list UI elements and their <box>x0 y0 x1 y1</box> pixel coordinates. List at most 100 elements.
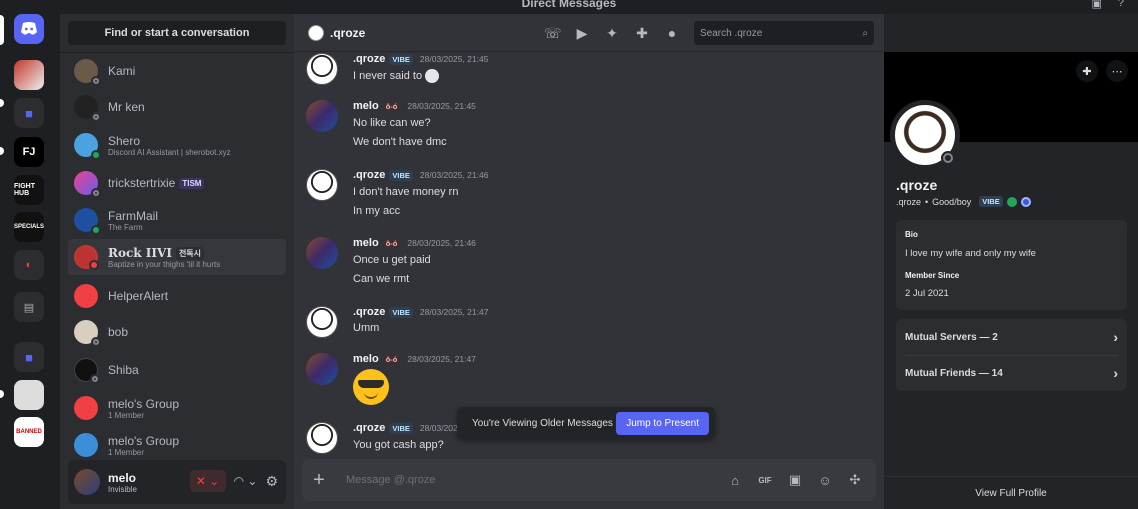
add-attachment-icon[interactable]: + <box>302 469 336 492</box>
search-input[interactable]: Search .qroze ⌕ <box>694 21 874 45</box>
video-call-icon[interactable]: ▶ <box>574 25 590 42</box>
server-tag: VIBE <box>389 306 413 318</box>
add-friend-icon[interactable]: ✚ <box>634 25 650 42</box>
find-conversation-button[interactable]: Find or start a conversation <box>68 21 286 45</box>
status-indicator <box>91 150 101 160</box>
dm-item[interactable]: Kami <box>68 53 286 89</box>
apps-icon[interactable]: ✣ <box>846 472 864 488</box>
mutuals-card: Mutual Servers — 2 › Mutual Friends — 14… <box>896 319 1127 391</box>
avatar[interactable] <box>306 237 338 269</box>
mutual-friends-row[interactable]: Mutual Friends — 14 › <box>905 361 1118 385</box>
timestamp: 28/03/2025, 21:46 <box>419 170 489 180</box>
server-tag: VIBE <box>389 169 413 181</box>
user-profile-icon[interactable]: ● <box>664 25 680 41</box>
server-icon[interactable]: SPECIALS <box>14 212 44 242</box>
message-input[interactable]: Message @.qroze <box>346 474 435 486</box>
dm-item[interactable]: trickstertrixie TISM <box>68 165 286 201</box>
status-indicator <box>91 188 101 198</box>
message-text: No like can we? <box>353 117 431 129</box>
server-icon[interactable] <box>14 60 44 90</box>
dm-item[interactable]: bob <box>68 314 286 350</box>
avatar <box>74 245 99 270</box>
dm-item[interactable]: Rock IIVI 전독시 Baptize in your thighs 'til … <box>68 239 286 275</box>
profile-username: .qroze <box>896 196 922 207</box>
help-icon[interactable]: ? <box>1118 0 1124 10</box>
gif-icon[interactable]: GIF <box>756 476 774 485</box>
member-since-label: Member Since <box>905 271 960 280</box>
unread-indicator <box>0 99 4 107</box>
avatar[interactable] <box>306 169 338 201</box>
dm-item[interactable]: FarmMail The Farm <box>68 202 286 238</box>
sticker-icon[interactable]: ▣ <box>786 472 804 488</box>
dm-subtitle: 1 Member <box>108 410 145 420</box>
message-text: I never said to <box>353 69 423 82</box>
message-author[interactable]: melo <box>353 237 379 249</box>
chat-area: .qroze ☏ ▶ ✦ ✚ ● Search .qroze ⌕ .qroze V… <box>294 14 884 509</box>
message-composer[interactable]: + Message @.qroze ⌂ GIF ▣ ☺ ✣ <box>302 459 876 501</box>
folder-icon[interactable]: ■ <box>14 342 44 372</box>
headphones-icon[interactable]: ◠ ⌄ <box>234 470 258 492</box>
server-tag: 전독시 <box>175 246 205 260</box>
view-full-profile-button[interactable]: View Full Profile <box>884 476 1138 509</box>
emoji-icon[interactable]: ☺ <box>816 473 834 488</box>
dm-subtitle: 1 Member <box>108 447 145 457</box>
server-icon[interactable]: FJ <box>14 137 44 167</box>
title-bar: Direct Messages ▣ ? <box>0 0 1138 14</box>
add-friend-icon[interactable]: ✚ <box>1076 60 1098 82</box>
dm-name: Rock IIVI <box>108 245 172 260</box>
profile-avatar[interactable] <box>890 100 960 170</box>
server-icon[interactable] <box>14 380 44 410</box>
inbox-icon[interactable]: ▣ <box>1091 0 1101 10</box>
avatar[interactable] <box>306 422 338 454</box>
phone-call-icon[interactable]: ☏ <box>544 25 562 42</box>
boost-badge-icon[interactable] <box>1020 196 1031 207</box>
message-author[interactable]: .qroze <box>353 422 385 434</box>
avatar <box>74 95 101 122</box>
group-avatar <box>74 396 98 420</box>
more-options-icon[interactable]: ⋯ <box>1106 60 1128 82</box>
server-icon[interactable]: FIGHT HUB <box>14 175 44 205</box>
avatar[interactable] <box>306 353 338 385</box>
dm-name: Mr ken <box>108 100 145 114</box>
message-author[interactable]: .qroze <box>353 53 385 65</box>
avatar[interactable] <box>306 100 338 132</box>
group-avatar <box>74 433 98 457</box>
selected-indicator <box>0 15 4 45</box>
server-icon[interactable]: ▤ <box>14 292 44 322</box>
dm-name: FarmMail <box>108 208 158 223</box>
jump-to-present-button[interactable]: Jump to Present <box>616 411 709 435</box>
message-author[interactable]: melo <box>353 100 379 112</box>
dm-name: Shiba <box>108 363 139 377</box>
dm-item[interactable]: HelperAlert <box>68 278 286 314</box>
nitro-badge-icon[interactable] <box>1006 196 1017 207</box>
dm-item[interactable]: Mr ken <box>68 89 286 125</box>
message-list: .qroze VIBE 28/03/2025, 21:45 I never said… <box>294 52 884 457</box>
user-name: melo <box>108 470 137 485</box>
folder-icon[interactable]: ■ <box>14 98 44 128</box>
avatar[interactable] <box>306 306 338 338</box>
user-panel[interactable]: melo Invisible ✕ ⌄ ◠ ⌄ ⚙ <box>68 460 286 504</box>
server-icon[interactable]: BANNED <box>14 417 44 447</box>
dm-item[interactable]: melo's Group 1 Member <box>68 427 286 463</box>
dm-name: melo's Group <box>108 433 179 448</box>
divider <box>905 355 1118 356</box>
mute-mic-icon[interactable]: ✕ ⌄ <box>189 470 226 492</box>
message-author[interactable]: .qroze <box>353 169 385 181</box>
message-author[interactable]: .qroze <box>353 306 385 318</box>
message-text: I don't have money rn <box>353 186 459 198</box>
status-indicator <box>90 374 100 384</box>
dm-name: trickstertrixie <box>108 176 176 190</box>
mutual-servers-label: Mutual Servers — 2 <box>905 331 998 343</box>
dm-item[interactable]: melo's Group 1 Member <box>68 390 286 426</box>
mutual-servers-row[interactable]: Mutual Servers — 2 › <box>905 325 1118 349</box>
dm-item[interactable]: Shero Discord AI Assistant | sherobot.xyz <box>68 127 286 163</box>
message-author[interactable]: melo <box>353 353 379 365</box>
avatar[interactable] <box>306 53 338 85</box>
gift-icon[interactable]: ⌂ <box>726 473 744 488</box>
server-icon[interactable]: ◐ <box>14 250 44 280</box>
home-button[interactable] <box>14 14 44 44</box>
pin-icon[interactable]: ✦ <box>604 25 620 42</box>
gear-icon[interactable]: ⚙ <box>265 470 278 492</box>
dm-item[interactable]: Shiba <box>68 352 286 388</box>
dm-name: Shero <box>108 133 141 148</box>
